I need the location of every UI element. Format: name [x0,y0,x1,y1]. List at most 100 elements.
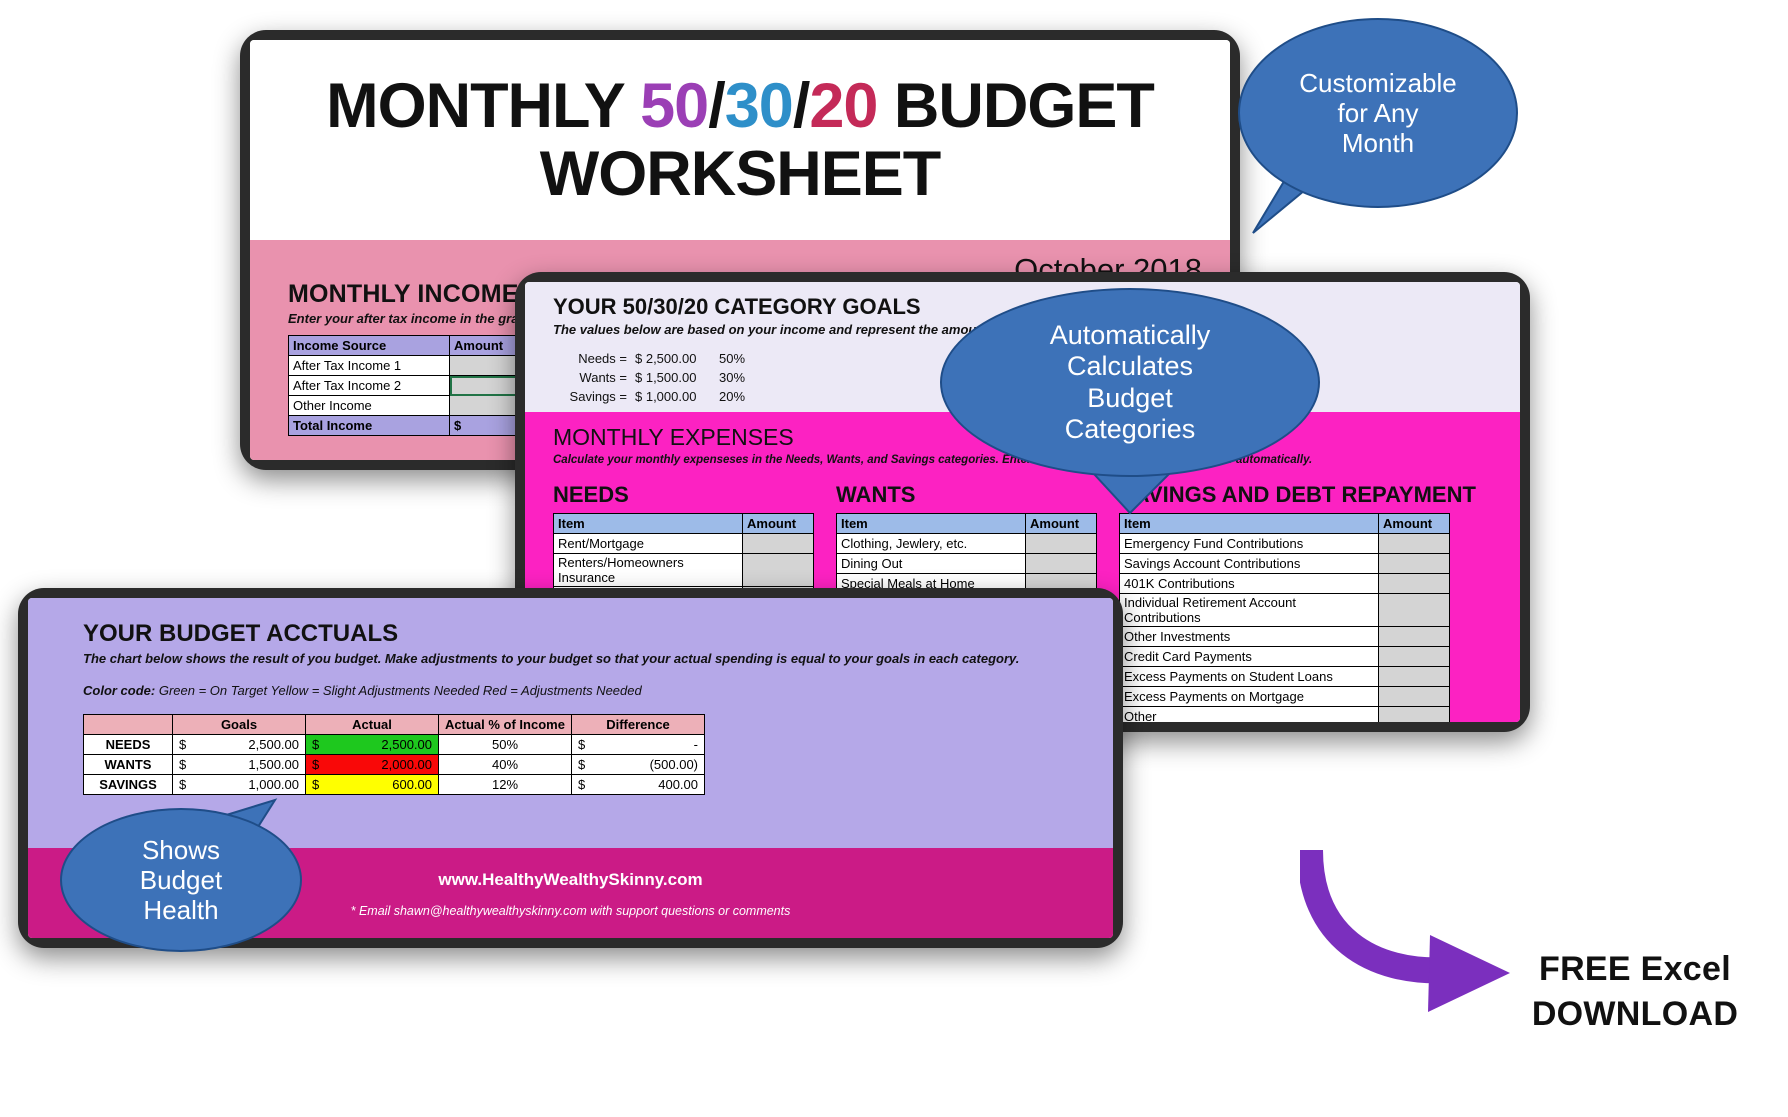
income-col-source: Income Source [288,335,450,356]
goal-value: $ 2,500.00 [635,351,697,366]
callout-automatic: Automatically Calculates Budget Categori… [940,288,1320,518]
savings-item: Other [1119,706,1379,722]
download-line1: FREE Excel [1539,950,1731,988]
needs-item: Renters/Homeowners Insurance [553,553,743,587]
currency: $ [578,777,586,792]
callout-customizable: Customizable for Any Month [1238,18,1528,248]
callout-bubble-3: Shows Budget Health [60,808,302,952]
goal-cell: $1,500.00 [172,754,306,775]
table-row: WANTS $1,500.00 $2,000.00 40% $ (500.00) [83,754,705,775]
goal-label: Wants = [579,370,627,385]
table-row: Total Income $- [288,415,547,436]
title-slash-2: / [792,70,810,141]
row-label-needs: NEEDS [83,734,173,755]
savings-amount-input[interactable] [1378,666,1450,687]
savings-amount-input[interactable] [1378,593,1450,627]
savings-amount-input[interactable] [1378,533,1450,554]
savings-column: SAVINGS AND DEBT REPAYMENT Item Amount E… [1119,482,1476,722]
callout-text-1: Customizable for Any Month [1299,67,1457,159]
title-30: 30 [724,70,794,141]
currency: $ [578,757,586,772]
wants-amount-input[interactable] [1025,553,1097,574]
income-row-label: Other Income [288,395,450,416]
savings-item: Excess Payments on Student Loans [1119,666,1379,687]
col-difference: Difference [571,714,705,735]
goal-label: Needs = [578,351,627,366]
income-row-label: After Tax Income 1 [288,355,450,376]
wants-item: Dining Out [836,553,1026,574]
goal-pct: 50% [719,351,746,366]
callout-text-2: Automatically Calculates Budget Categori… [1049,319,1211,444]
savings-item: Emergency Fund Contributions [1119,533,1379,554]
savings-item: 401K Contributions [1119,573,1379,594]
col-item: Item [553,513,743,534]
download-line2: DOWNLOAD [1531,995,1739,1033]
value: 2,500.00 [248,737,299,752]
value: 600.00 [392,777,432,792]
table-row: Excess Payments on Student Loans [1119,666,1450,687]
col-amount: Amount [1378,513,1450,534]
value: - [693,737,698,752]
worksheet-title: MONTHLY 50/30/20 BUDGET WORKSHEET [250,40,1230,240]
total-income-label: Total Income [288,415,450,436]
actual-cell: $2,500.00 [305,734,439,755]
needs-amount-input[interactable] [742,533,814,554]
savings-table: Item Amount Emergency Fund Contributions… [1119,513,1450,722]
callout-bubble-2: Automatically Calculates Budget Categori… [940,288,1320,477]
difference-cell: $400.00 [571,774,705,795]
savings-item: Excess Payments on Mortgage [1119,686,1379,707]
title-20: 20 [809,70,878,141]
table-header-row: Goals Actual Actual % of Income Differen… [83,714,705,735]
pct-cell: 40% [438,754,572,775]
pct-cell: 12% [438,774,572,795]
total-currency: $ [454,418,462,433]
budget-actuals-inner: YOUR BUDGET ACCTUALS The chart below sho… [28,598,1113,795]
table-header-row: Item Amount [553,513,814,534]
savings-amount-input[interactable] [1378,573,1450,594]
budget-actuals-subtitle: The chart below shows the result of you … [83,651,1020,666]
savings-amount-input[interactable] [1378,553,1450,574]
goal-value: $ 1,000.00 [635,389,697,404]
income-row-label: After Tax Income 2 [288,375,450,396]
worksheet-title-line1: MONTHLY 50/30/20 BUDGET [326,70,1155,141]
goal-value: $ 1,500.00 [635,370,697,385]
color-code-text: Green = On Target Yellow = Slight Adjust… [158,683,642,698]
actual-cell: $2,000.00 [305,754,439,775]
income-table: Income Source Amount After Tax Income 1 … [288,335,547,436]
col-actual-pct: Actual % of Income [438,714,572,735]
currency: $ [312,757,320,772]
table-row: Emergency Fund Contributions [1119,533,1450,554]
table-row: Other [1119,706,1450,722]
table-row: Other Investments [1119,626,1450,647]
callout-bubble-1: Customizable for Any Month [1238,18,1518,208]
savings-amount-input[interactable] [1378,646,1450,667]
savings-amount-input[interactable] [1378,626,1450,647]
difference-cell: $ - [571,734,705,755]
table-row: Credit Card Payments [1119,646,1450,667]
savings-amount-input[interactable] [1378,686,1450,707]
col-blank [83,714,173,735]
actual-cell: $600.00 [305,774,439,795]
currency: $ [179,757,187,772]
col-amount: Amount [742,513,814,534]
savings-item: Other Investments [1119,626,1379,647]
savings-amount-input[interactable] [1378,706,1450,722]
budget-actuals-heading: YOUR BUDGET ACCTUALS [83,620,399,647]
callout-text-3: Shows Budget Health [139,834,223,926]
needs-amount-input[interactable] [742,553,814,587]
value: 2,000.00 [381,757,432,772]
screenshot-root: MONTHLY 50/30/20 BUDGET WORKSHEET Month … [0,0,1788,1117]
value: 400.00 [658,777,698,792]
table-row: Other Income [288,395,547,416]
table-row: Excess Payments on Mortgage [1119,686,1450,707]
table-row: Clothing, Jewlery, etc. [836,533,1097,554]
title-slash-1: / [708,70,725,141]
title-prefix: MONTHLY [326,70,641,141]
worksheet-title-line2: WORKSHEET [539,139,941,209]
needs-item: Rent/Mortgage [553,533,743,554]
needs-title: NEEDS [553,482,629,507]
value: 2,500.00 [381,737,432,752]
wants-item: Clothing, Jewlery, etc. [836,533,1026,554]
wants-amount-input[interactable] [1025,533,1097,554]
value: 1,500.00 [248,757,299,772]
